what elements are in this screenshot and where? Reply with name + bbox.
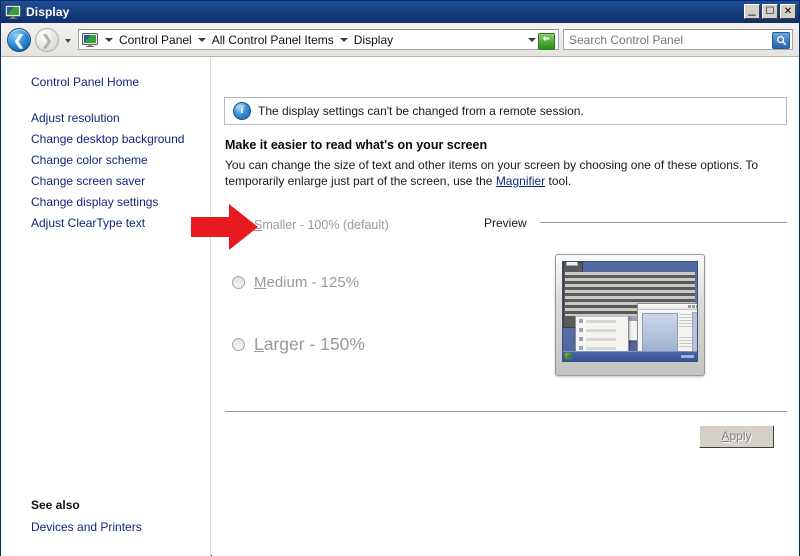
page-description: You can change the size of text and othe… [225, 157, 785, 189]
scale-option-smaller-label: Smaller - 100% (default) [254, 218, 389, 232]
scale-option-larger-rest: arger - 150% [263, 333, 365, 354]
window-controls: _ ☐ ✕ [744, 1, 796, 19]
apply-button-rest: pply [729, 429, 752, 443]
info-bar-message: The display settings can't be changed fr… [258, 104, 584, 118]
sidebar-item-change-color-scheme[interactable]: Change color scheme [31, 150, 148, 171]
breadcrumb-item-display[interactable]: Display [352, 33, 395, 47]
recent-locations-dropdown[interactable] [61, 30, 75, 50]
sidebar-task-links: Adjust resolution Change desktop backgro… [31, 108, 184, 234]
radio-button-smaller[interactable] [232, 218, 245, 232]
access-key-l: L [254, 333, 264, 354]
chevron-down-icon [65, 38, 71, 43]
preview-list-rows [579, 319, 616, 350]
sidebar-item-change-desktop-background[interactable]: Change desktop background [31, 129, 184, 150]
content-separator [225, 411, 787, 412]
scale-option-larger-label: Larger - 150% [254, 334, 365, 355]
scale-option-smaller-rest: maller - 100% (default) [262, 218, 389, 232]
description-text-after: tool. [545, 174, 572, 188]
preview-strip-cap [566, 262, 578, 266]
navigation-toolbar: ❮ ❯ Control Panel All Control Panel Item… [1, 23, 799, 57]
forward-button[interactable]: ❯ [35, 27, 59, 52]
preview-separator [540, 222, 787, 223]
sidebar-item-adjust-resolution[interactable]: Adjust resolution [31, 108, 120, 129]
close-icon: ✕ [783, 6, 793, 17]
search-icon [776, 36, 786, 46]
display-monitor-icon [5, 5, 21, 19]
window-buttons-icon [688, 305, 697, 308]
page-title: Make it easier to read what's on your sc… [225, 138, 488, 152]
scale-option-medium-rest: edium - 125% [266, 273, 360, 291]
sidebar-item-adjust-cleartype-text[interactable]: Adjust ClearType text [31, 213, 145, 234]
desktop-monitor-preview [555, 254, 705, 376]
search-box[interactable] [563, 29, 793, 50]
main-content: i The display settings can't be changed … [212, 58, 799, 556]
preview-text-block-top [679, 314, 692, 328]
breadcrumb-separator-icon[interactable] [197, 38, 206, 42]
scale-option-medium-label: Medium - 125% [254, 274, 359, 291]
maximize-button[interactable]: ☐ [762, 4, 778, 19]
window-title: Display [26, 5, 70, 19]
back-button[interactable]: ❮ [7, 27, 31, 52]
apply-button[interactable]: Apply [699, 425, 774, 448]
sidebar-item-control-panel-home[interactable]: Control Panel Home [31, 75, 139, 89]
preview-taskbar [563, 351, 697, 361]
forward-arrow-icon: ❯ [41, 31, 53, 48]
radio-button-larger[interactable] [232, 337, 245, 351]
access-key-a: A [721, 429, 730, 443]
radio-button-medium[interactable] [232, 275, 245, 289]
breadcrumb-item-all-control-panel-items[interactable]: All Control Panel Items [210, 33, 336, 47]
refresh-icon [542, 35, 550, 42]
refresh-button[interactable] [538, 33, 555, 50]
sidebar-item-change-display-settings[interactable]: Change display settings [31, 192, 158, 213]
info-bar: i The display settings can't be changed … [224, 97, 787, 125]
preview-window-titlebar [638, 304, 697, 310]
address-bar[interactable]: Control Panel All Control Panel Items Di… [78, 29, 559, 50]
magnifier-link[interactable]: Magnifier [496, 174, 545, 188]
sidebar-item-change-screen-saver[interactable]: Change screen saver [31, 171, 145, 192]
search-input[interactable] [569, 32, 765, 47]
description-text-before: You can change the size of text and othe… [225, 158, 759, 188]
minimize-icon: _ [748, 1, 756, 16]
close-button[interactable]: ✕ [780, 4, 796, 19]
see-also-heading: See also [31, 498, 80, 512]
display-settings-window: Display _ ☐ ✕ ❮ ❯ Control Panel All Cont… [0, 0, 800, 556]
breadcrumb-item-control-panel[interactable]: Control Panel [117, 33, 194, 47]
preview-label: Preview [484, 216, 533, 230]
breadcrumb: Control Panel All Control Panel Items Di… [101, 33, 395, 47]
minimize-button[interactable]: _ [744, 1, 760, 19]
breadcrumb-separator-icon[interactable] [339, 38, 348, 42]
start-button-icon [565, 353, 572, 360]
back-arrow-icon: ❮ [13, 31, 25, 48]
sidebar: Control Panel Home Adjust resolution Cha… [1, 58, 211, 556]
preview-text-block-bottom [679, 337, 692, 348]
breadcrumb-separator-icon[interactable] [105, 38, 113, 42]
scale-option-smaller[interactable]: Smaller - 100% (default) [232, 213, 389, 237]
preview-scrollbar [692, 312, 697, 354]
sidebar-item-devices-and-printers[interactable]: Devices and Printers [31, 520, 142, 534]
address-dropdown-icon[interactable] [528, 38, 536, 42]
scale-option-larger[interactable]: Larger - 150% [232, 332, 365, 356]
preview-content-pane [642, 313, 678, 353]
info-icon: i [233, 102, 251, 120]
preview-system-tray [681, 355, 694, 358]
search-button[interactable] [772, 32, 790, 49]
address-display-icon [82, 32, 98, 47]
title-bar: Display _ ☐ ✕ [1, 1, 799, 23]
monitor-screen [562, 261, 698, 362]
access-key-m: M [254, 273, 267, 291]
maximize-icon: ☐ [765, 6, 775, 17]
scale-option-medium[interactable]: Medium - 125% [232, 270, 359, 294]
